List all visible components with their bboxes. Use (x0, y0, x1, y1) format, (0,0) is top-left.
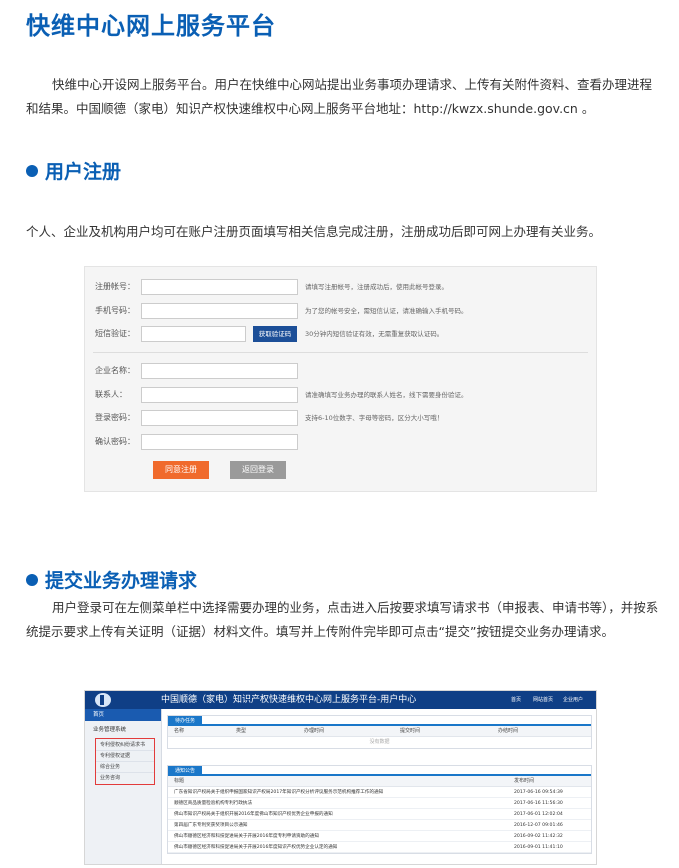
column-header: 办结时间 (498, 728, 519, 734)
confirm-password-input[interactable] (141, 434, 298, 450)
sidebar-submenu: 专利侵权纠纷请求书 专利侵权证据 综合业务 业务咨询 (95, 738, 155, 785)
sidebar-item[interactable]: 综合业务 (96, 762, 154, 773)
top-bar: 中国顺德（家电）知识产权快速维权中心网上服务平台-用户中心 首页 网站首页 企业… (85, 691, 596, 709)
notice-date: 2017-06-01 12:02:04 (514, 812, 563, 817)
field-label: 企业名称： (95, 366, 135, 375)
table-row[interactable]: 佛山市顺德区经济和科技促进局关于开展2016年度专利申请资助的通知 2016-0… (168, 831, 591, 842)
notice-date: 2017-06-16 11:56:30 (514, 801, 563, 806)
field-hint: 请准确填写业务办理的联系人姓名，线下需要身份验证。 (305, 391, 468, 399)
notices-table-header: 标题 发布时间 (168, 776, 591, 787)
sms-code-input[interactable] (141, 326, 246, 342)
sidebar-item-home[interactable]: 首页 (85, 709, 161, 721)
column-header: 类型 (236, 728, 247, 734)
tab-notices[interactable]: 通知公告 (168, 766, 202, 776)
user-center-screenshot: 中国顺德（家电）知识产权快速维权中心网上服务平台-用户中心 首页 网站首页 企业… (84, 690, 597, 865)
password-input[interactable] (141, 410, 298, 426)
table-row[interactable]: 第四届广东专利奖获奖项目公示通知 2016-12-07 09:01:46 (168, 820, 591, 831)
section-title: 用户注册 (45, 161, 122, 183)
table-row[interactable]: 广东省知识产权局关于组织申报国家知识产权局2017年知识产权分析评议服务示范机构… (168, 787, 591, 798)
table-row[interactable]: 佛山市顺德区经济和科技促进局关于开展2016年度知识产权优势企业认定的通知 20… (168, 842, 591, 853)
phone-input[interactable] (141, 303, 298, 319)
back-to-login-button[interactable]: 返回登录 (230, 461, 286, 479)
account-input[interactable] (141, 279, 298, 295)
section-title: 提交业务办理请求 (45, 570, 198, 592)
sidebar-item[interactable]: 专利侵权证据 (96, 751, 154, 762)
get-sms-code-button[interactable]: 获取验证码 (253, 326, 297, 342)
sidebar: 首页 业务管理系统 专利侵权纠纷请求书 专利侵权证据 综合业务 业务咨询 (85, 709, 162, 864)
notices-panel: 通知公告 标题 发布时间 广东省知识产权局关于组织申报国家知识产权局2017年知… (167, 765, 592, 854)
field-hint: 30分钟内短信验证有效，无需重复获取认证码。 (305, 330, 444, 338)
notice-title-link[interactable]: 广东省知识产权局关于组织申报国家知识产权局2017年知识产权分析评议服务示范机构… (174, 787, 383, 798)
notice-date: 2017-06-16 09:54:39 (514, 790, 563, 795)
sidebar-item[interactable]: 专利侵权纠纷请求书 (96, 740, 154, 751)
notice-date: 2016-09-02 11:42:32 (514, 834, 563, 839)
column-header: 办理时间 (304, 728, 325, 734)
notice-date: 2016-12-07 09:01:46 (514, 823, 563, 828)
top-link-home[interactable]: 首页 (511, 695, 521, 705)
notices-tabbar: 通知公告 (168, 766, 591, 776)
submit-text: 用户登录可在左侧菜单栏中选择需要办理的业务，点击进入后按要求填写请求书（申报表、… (26, 600, 659, 639)
notice-title-link[interactable]: 顺德区商品质量检验机构专利行政执法 (174, 798, 252, 809)
registration-form-screenshot: 注册帐号： 请填写注册帐号，注册成功后，使用此帐号登录。 手机号码： 为了您的帐… (84, 266, 597, 492)
column-header: 发布时间 (514, 778, 535, 784)
tab-pending-tasks[interactable]: 待办任务 (168, 716, 202, 726)
agree-register-button[interactable]: 同意注册 (153, 461, 209, 479)
tasks-panel: 待办任务 名称 类型 办理时间 提交时间 办结时间 没有数据 (167, 715, 592, 749)
bullet-dot-icon (26, 164, 38, 177)
user-center-title: 中国顺德（家电）知识产权快速维权中心网上服务平台-用户中心 (161, 695, 417, 705)
column-header: 名称 (174, 728, 185, 734)
tasks-table-header: 名称 类型 办理时间 提交时间 办结时间 (168, 726, 591, 737)
field-label: 短信验证： (95, 329, 135, 338)
column-header: 提交时间 (400, 728, 421, 734)
page-title: 快维中心网上服务平台 (26, 12, 276, 40)
field-label: 联系人： (95, 390, 127, 399)
bullet-dot-icon (26, 573, 38, 586)
field-label: 登录密码： (95, 413, 135, 422)
field-hint: 为了您的帐号安全，需短信认证，请准确输入手机号码。 (305, 307, 468, 315)
sidebar-item[interactable]: 业务咨询 (96, 773, 154, 783)
sidebar-group-business[interactable]: 业务管理系统 (85, 724, 161, 736)
company-input[interactable] (141, 363, 298, 379)
table-row[interactable]: 顺德区商品质量检验机构专利行政执法 2017-06-16 11:56:30 (168, 798, 591, 809)
notice-title-link[interactable]: 第四届广东专利奖获奖项目公示通知 (174, 820, 248, 831)
notice-title-link[interactable]: 佛山市知识产权局关于组织开展2016年度佛山市知识产权优势企业申报的通知 (174, 809, 333, 820)
table-row[interactable]: 佛山市知识产权局关于组织开展2016年度佛山市知识产权优势企业申报的通知 201… (168, 809, 591, 820)
tasks-empty-message: 没有数据 (369, 739, 390, 745)
field-label: 手机号码： (95, 306, 135, 315)
field-hint: 支持6-10位数字、字母等密码，区分大小写哦！ (305, 414, 444, 422)
field-label: 注册帐号： (95, 282, 135, 291)
intro-text: 快维中心开设网上服务平台。用户在快维中心网站提出业务事项办理请求、上传有关附件资… (26, 77, 653, 116)
field-label: 确认密码： (95, 437, 135, 446)
top-link-site[interactable]: 网站首页 (533, 695, 553, 705)
section-heading-registration: 用户注册 (26, 157, 121, 184)
top-link-user[interactable]: 企业用户 (563, 695, 583, 705)
contact-input[interactable] (141, 387, 298, 403)
notice-date: 2016-09-01 11:41:10 (514, 845, 563, 850)
notice-title-link[interactable]: 佛山市顺德区经济和科技促进局关于开展2016年度知识产权优势企业认定的通知 (174, 842, 337, 853)
notice-title-link[interactable]: 佛山市顺德区经济和科技促进局关于开展2016年度专利申请资助的通知 (174, 831, 319, 842)
field-hint: 请填写注册帐号，注册成功后，使用此帐号登录。 (305, 283, 448, 291)
section-heading-submit: 提交业务办理请求 (26, 566, 197, 593)
tasks-tabbar: 待办任务 (168, 716, 591, 726)
column-header: 标题 (174, 778, 185, 784)
intro-paragraph: 快维中心开设网上服务平台。用户在快维中心网站提出业务事项办理请求、上传有关附件资… (26, 73, 662, 121)
submit-paragraph: 用户登录可在左侧菜单栏中选择需要办理的业务，点击进入后按要求填写请求书（申报表、… (26, 596, 662, 644)
form-divider (93, 352, 588, 353)
registration-paragraph: 个人、企业及机构用户均可在账户注册页面填写相关信息完成注册，注册成功后即可网上办… (26, 224, 602, 239)
logo-icon (95, 693, 111, 707)
